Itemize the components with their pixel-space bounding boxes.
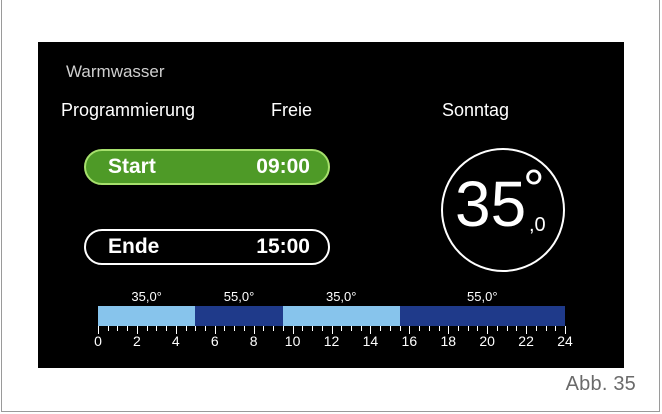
- hour-tick: [127, 326, 129, 331]
- schedule-segment[interactable]: [98, 306, 196, 326]
- hour-tick: [516, 326, 518, 331]
- hour-tick: [389, 326, 391, 331]
- end-time-button[interactable]: Ende 15:00: [84, 229, 330, 265]
- day-label[interactable]: Sonntag: [442, 100, 509, 121]
- start-time-button[interactable]: Start 09:00: [84, 149, 330, 185]
- hour-tick: [438, 326, 440, 331]
- temperature-setpoint-dial[interactable]: 35 ° ,0: [441, 148, 565, 272]
- hour-label: 8: [249, 333, 258, 349]
- hour-tick: [380, 326, 382, 331]
- hour-tick: [282, 326, 284, 331]
- hour-tick: [312, 326, 314, 331]
- segment-temperature-label: 35,0°: [325, 289, 357, 304]
- hour-label: 0: [94, 333, 102, 349]
- hour-tick: [156, 326, 158, 331]
- hour-tick: [273, 326, 275, 331]
- hour-label: 10: [284, 333, 301, 349]
- hour-label: 20: [479, 333, 495, 349]
- hour-tick: [428, 326, 430, 331]
- hour-tick: [360, 326, 362, 331]
- temperature-integer: 35: [455, 168, 527, 240]
- end-time-value: 15:00: [256, 235, 310, 258]
- hour-tick: [166, 326, 168, 331]
- hour-label: 12: [323, 333, 340, 349]
- hour-tick: [205, 326, 207, 331]
- hour-label: 6: [210, 333, 219, 349]
- hour-tick: [117, 326, 119, 331]
- hour-label: 14: [362, 333, 379, 349]
- programming-label: Programmierung: [61, 100, 196, 120]
- schedule-segment[interactable]: [282, 306, 400, 326]
- hour-tick: [477, 326, 479, 331]
- hour-label: 24: [557, 333, 573, 349]
- daily-schedule-bar: 35,0° 55,0° 35,0° 55,0° 0 2 4 6 8 10 12 14 16 18 20 22 2…: [38, 282, 624, 362]
- segment-temperature-label: 55,0°: [223, 289, 255, 304]
- hour-tick: [467, 326, 469, 331]
- hour-tick: [496, 326, 498, 331]
- hour-tick: [146, 326, 148, 331]
- figure-caption: Abb. 35: [565, 373, 636, 395]
- screen-title: Warmwasser: [66, 62, 165, 81]
- segment-temperature-label: 55,0°: [467, 289, 498, 304]
- start-time-value: 09:00: [256, 155, 310, 178]
- hour-tick: [555, 326, 557, 331]
- end-label: Ende: [108, 235, 160, 258]
- hour-tick: [302, 326, 304, 331]
- hour-tick: [224, 326, 226, 331]
- hour-tick: [419, 326, 421, 331]
- hour-tick: [341, 326, 343, 331]
- hour-label: 18: [440, 333, 457, 349]
- temperature-decimal: ,0: [529, 214, 546, 236]
- hour-tick: [535, 326, 537, 331]
- segment-temperature-label: 35,0°: [131, 289, 162, 304]
- degree-symbol: °: [523, 159, 545, 219]
- hour-tick: [107, 326, 109, 331]
- hour-tick: [185, 326, 187, 331]
- schedule-segment[interactable]: [195, 306, 283, 326]
- hour-tick: [234, 326, 236, 331]
- hour-tick: [457, 326, 459, 331]
- hour-tick: [506, 326, 508, 331]
- device-screen: Warmwasser Programmierung Freie Sonntag …: [38, 42, 624, 368]
- hour-tick: [195, 326, 197, 331]
- hour-label: 2: [133, 333, 141, 349]
- start-label: Start: [108, 155, 156, 178]
- hour-tick: [243, 326, 245, 331]
- hour-tick: [545, 326, 547, 331]
- hour-tick: [321, 326, 323, 331]
- hour-label: 22: [518, 333, 534, 349]
- schedule-segment[interactable]: [399, 306, 565, 326]
- hour-label: 4: [171, 333, 180, 349]
- programming-mode-value[interactable]: Freie: [271, 100, 312, 121]
- hour-label: 16: [401, 333, 418, 349]
- hour-tick: [350, 326, 352, 331]
- hour-tick: [399, 326, 401, 331]
- hour-tick: [263, 326, 265, 331]
